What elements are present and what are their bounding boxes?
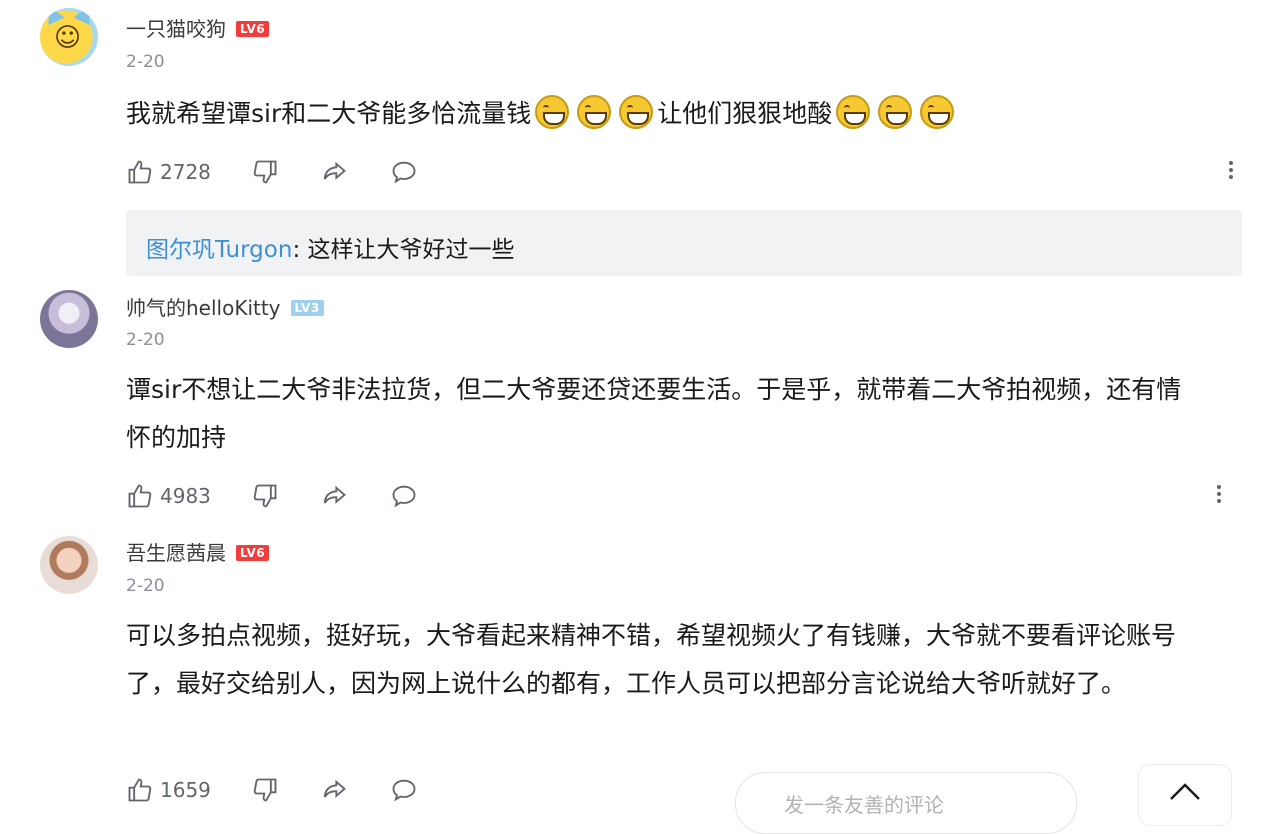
comment-username[interactable]: 帅气的helloKitty LV3 — [126, 292, 324, 321]
comment-icon — [392, 161, 416, 184]
grinning-face-icon — [535, 95, 570, 129]
share-button[interactable] — [319, 482, 349, 510]
level-badge: LV3 — [290, 300, 324, 316]
thumbs-down-icon — [253, 484, 277, 508]
share-icon — [323, 485, 346, 504]
thumbs-up-icon — [128, 778, 152, 802]
comment-actions: 2728 — [126, 156, 459, 188]
like-button[interactable]: 2728 — [126, 158, 211, 186]
grinning-face-icon — [577, 95, 612, 129]
grinning-face-icon — [619, 95, 654, 129]
dislike-button[interactable] — [251, 776, 279, 804]
chevron-up-icon — [1170, 783, 1200, 800]
comment-date: 2-20 — [126, 52, 165, 72]
reply-username[interactable]: 图尔巩Turgon — [146, 237, 292, 263]
like-button[interactable]: 1659 — [126, 776, 211, 804]
reply-button[interactable] — [389, 482, 419, 510]
dislike-button[interactable] — [251, 482, 279, 510]
share-icon — [323, 779, 346, 798]
avatar[interactable] — [40, 290, 98, 348]
comment-text: 谭sir不想让二大爷非法拉货，但二大爷要还贷还要生活。于是乎，就带着二大爷拍视频… — [126, 375, 1182, 452]
more-vertical-icon[interactable] — [1227, 158, 1235, 186]
comment-username[interactable]: 吾生愿茜晨 LV6 — [126, 537, 270, 566]
like-button[interactable]: 4983 — [126, 482, 211, 510]
comment-actions: 1659 — [126, 774, 459, 806]
thumbs-down-icon — [253, 778, 277, 802]
scroll-top-button[interactable] — [1138, 764, 1232, 826]
share-button[interactable] — [319, 776, 349, 804]
comment-input-placeholder: 发一条友善的评论 — [784, 793, 944, 817]
level-badge: LV6 — [236, 545, 270, 561]
level-badge: LV6 — [236, 21, 270, 37]
like-count: 4983 — [160, 484, 211, 508]
thumbs-down-icon — [253, 160, 277, 184]
grinning-face-icon — [920, 95, 955, 129]
comment-input[interactable]: 发一条友善的评论 — [735, 772, 1077, 834]
reply-text: 这样让大爷好过一些 — [307, 237, 515, 263]
thumbs-up-icon — [128, 484, 152, 508]
comment-icon — [392, 779, 416, 802]
reply-button[interactable] — [389, 158, 419, 186]
share-button[interactable] — [319, 158, 349, 186]
comment-username[interactable]: 一只猫咬狗 LV6 — [126, 13, 270, 42]
comment-date: 2-20 — [126, 330, 165, 350]
share-icon — [323, 161, 346, 180]
comment-text: 可以多拍点视频，挺好玩，大爷看起来精神不错，希望视频火了有钱赚，大爷就不要看评论… — [126, 621, 1177, 698]
like-count: 2728 — [160, 160, 211, 184]
dislike-button[interactable] — [251, 158, 279, 186]
avatar[interactable] — [40, 536, 98, 594]
reply-button[interactable] — [389, 776, 419, 804]
comment-date: 2-20 — [126, 576, 165, 596]
avatar[interactable]: ☺ — [40, 8, 98, 66]
comment-icon — [392, 485, 416, 508]
like-count: 1659 — [160, 778, 211, 802]
grinning-face-icon — [836, 95, 871, 129]
reply-preview[interactable]: 图尔巩Turgon: 这样让大爷好过一些 — [126, 210, 1242, 276]
thumbs-up-icon — [128, 160, 152, 184]
comment-text: 我就希望谭sir和二大爷能多恰流量钱 让他们狠狠地酸 — [126, 90, 1226, 138]
more-vertical-icon[interactable] — [1215, 482, 1223, 510]
grinning-face-icon — [878, 95, 913, 129]
comment-actions: 4983 — [126, 480, 459, 512]
